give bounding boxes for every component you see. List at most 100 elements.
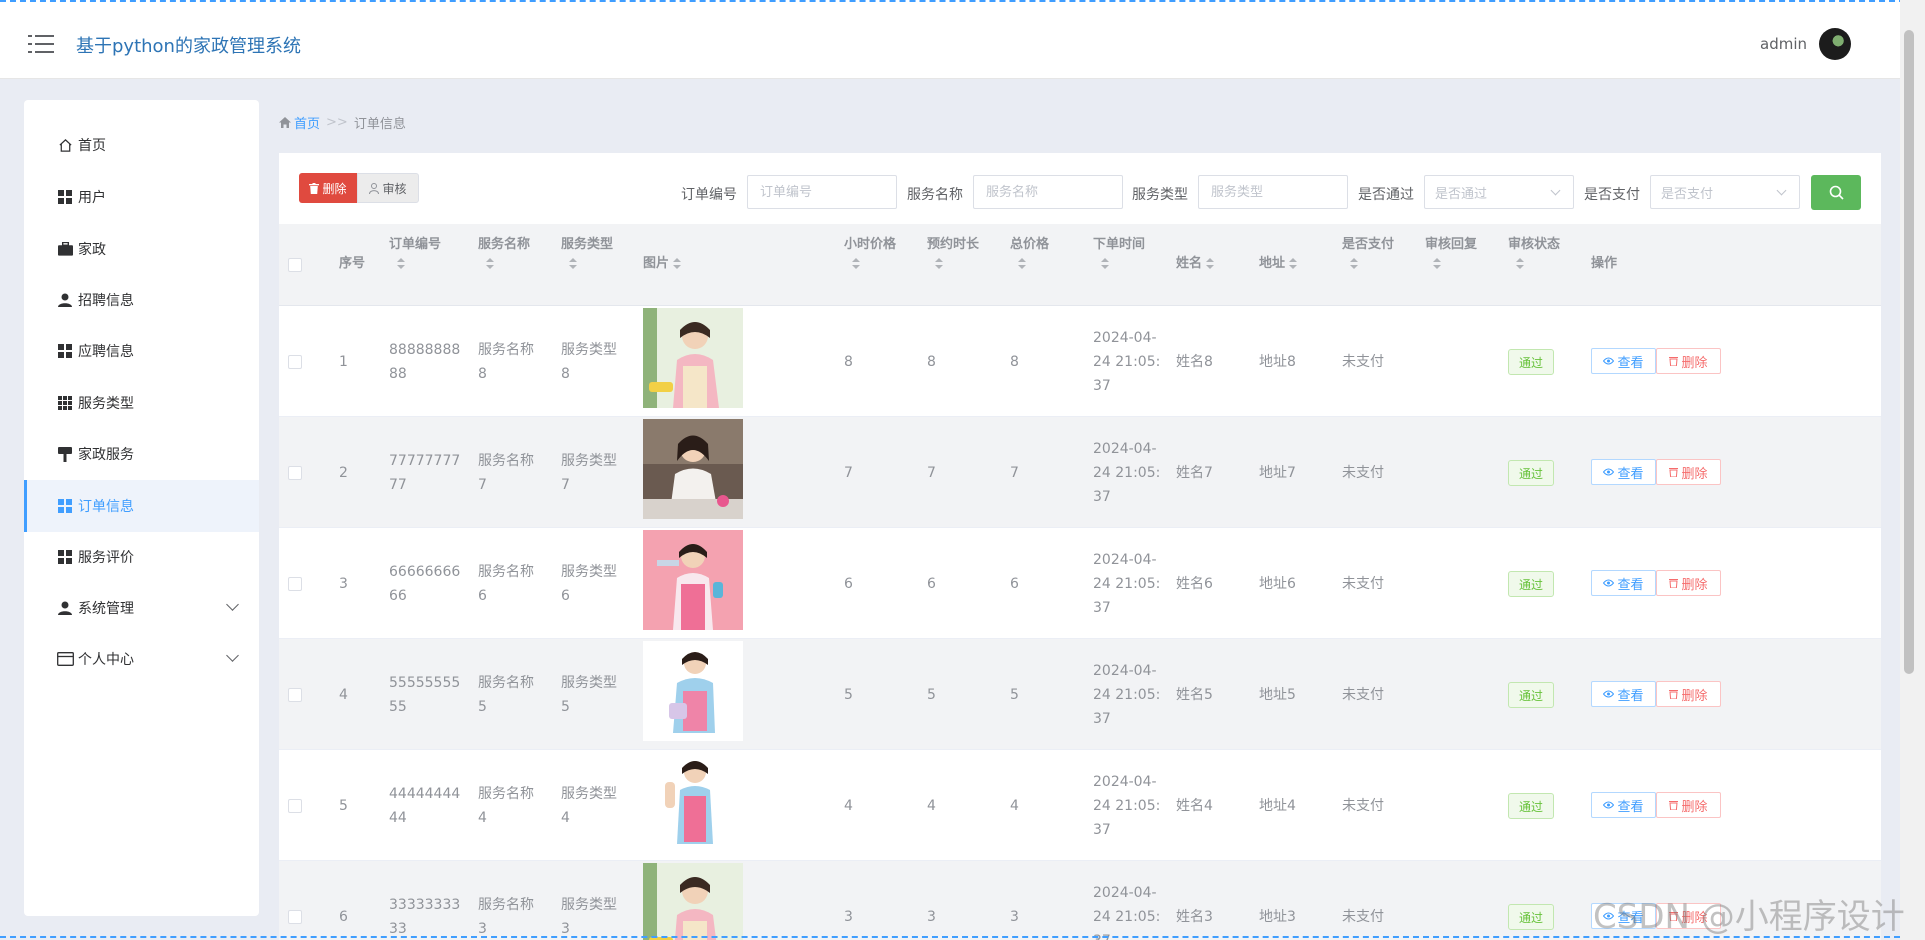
row-service-type: 服务类型 5 — [561, 671, 617, 719]
header-hourly-price-label: 小时价格 — [844, 237, 897, 252]
sidebar-item-users[interactable]: 用户 — [24, 171, 259, 223]
delete-button[interactable]: 删除 — [1656, 570, 1721, 596]
row-service-type-line: 服务类型 — [561, 675, 617, 691]
sort-icon[interactable] — [852, 258, 860, 270]
sidebar-item-recruitment[interactable]: 招聘信息 — [24, 274, 259, 326]
row-service-type-line: 服务类型 — [561, 897, 617, 913]
sort-icon[interactable] — [397, 258, 405, 270]
sidebar-item-system[interactable]: 系统管理 — [24, 582, 259, 634]
row-duration: 8 — [927, 354, 936, 370]
header-service-type[interactable]: 服务类型 — [561, 236, 613, 270]
batch-delete-button[interactable]: 删除 — [299, 173, 357, 203]
breadcrumb-home[interactable]: 首页 — [279, 113, 320, 132]
row-order-time: 2024-04- 24 21:05: 37 — [1093, 437, 1160, 509]
table-row: 4 55555555 55 服务名称 5 服务类型 5 5 5 5 2024-04- 2… — [279, 639, 1881, 750]
sidebar-item-applications[interactable]: 应聘信息 — [24, 325, 259, 377]
sort-icon[interactable] — [673, 257, 682, 270]
row-name: 姓名7 — [1176, 465, 1213, 481]
view-button[interactable]: 查看 — [1591, 348, 1656, 374]
row-checkbox[interactable] — [288, 910, 302, 924]
row-order-time: 2024-04- 24 21:05: 37 — [1093, 770, 1160, 842]
row-order-time-line: 2024-04- — [1093, 663, 1157, 679]
sidebar-item-service-types[interactable]: 服务类型 — [24, 377, 259, 429]
user-name[interactable]: admin — [1760, 35, 1807, 53]
row-checkbox[interactable] — [288, 466, 302, 480]
header-order-time[interactable]: 下单时间 — [1093, 236, 1145, 270]
audit-button[interactable]: 审核 — [357, 173, 419, 203]
sort-icon[interactable] — [1433, 258, 1441, 270]
delete-button[interactable]: 删除 — [1656, 459, 1721, 485]
sidebar-item-home[interactable]: 首页 — [24, 119, 259, 171]
header-total-price[interactable]: 总价格 — [1010, 236, 1049, 270]
header-service-name[interactable]: 服务名称 — [478, 236, 530, 270]
sort-icon[interactable] — [569, 258, 577, 270]
table-row: 1 88888888 88 服务名称 8 服务类型 8 8 8 8 2024-04- 2… — [279, 306, 1881, 417]
row-service-type-line: 服务类型 — [561, 453, 617, 469]
passed-select[interactable]: 是否通过 — [1424, 175, 1574, 209]
sort-icon[interactable] — [1018, 258, 1026, 270]
delete-button[interactable]: 删除 — [1656, 681, 1721, 707]
avatar[interactable] — [1819, 28, 1851, 60]
view-button[interactable]: 查看 — [1591, 570, 1656, 596]
sidebar-item-profile[interactable]: 个人中心 — [24, 633, 259, 685]
eye-icon — [1603, 357, 1615, 365]
order-no-input[interactable] — [747, 175, 897, 209]
sidebar-item-services[interactable]: 家政服务 — [24, 428, 259, 480]
row-index: 4 — [339, 687, 348, 703]
row-checkbox[interactable] — [288, 688, 302, 702]
sort-icon[interactable] — [1206, 257, 1215, 270]
row-checkbox[interactable] — [288, 799, 302, 813]
row-service-name-line: 服务名称 — [478, 897, 534, 913]
service-name-input[interactable] — [973, 175, 1123, 209]
sort-icon[interactable] — [935, 258, 943, 270]
header-audit-status[interactable]: 审核状态 — [1508, 236, 1560, 270]
header-order-no[interactable]: 订单编号 — [389, 236, 441, 270]
view-button[interactable]: 查看 — [1591, 459, 1656, 485]
scrollbar-thumb[interactable] — [1904, 30, 1914, 674]
sidebar-item-reviews[interactable]: 服务评价 — [24, 531, 259, 583]
sort-icon[interactable] — [1101, 258, 1109, 270]
header-duration-label: 预约时长 — [927, 237, 980, 252]
row-service-name-line: 8 — [478, 366, 487, 382]
header-image[interactable]: 图片 — [643, 255, 682, 273]
row-hourly-price: 7 — [844, 465, 853, 481]
header-duration[interactable]: 预约时长 — [927, 236, 979, 270]
menu-toggle-icon[interactable] — [28, 35, 54, 55]
row-checkbox[interactable] — [288, 577, 302, 591]
row-paid: 未支付 — [1342, 798, 1384, 814]
paid-select[interactable]: 是否支付 — [1650, 175, 1800, 209]
row-duration: 5 — [927, 687, 936, 703]
header-hourly-price[interactable]: 小时价格 — [844, 236, 896, 270]
header-paid[interactable]: 是否支付 — [1342, 236, 1394, 270]
row-service-type-line: 服务类型 — [561, 786, 617, 802]
row-hourly-price: 3 — [844, 909, 853, 925]
header-audit-reply[interactable]: 审核回复 — [1425, 236, 1477, 270]
header-address[interactable]: 地址 — [1259, 255, 1298, 273]
delete-label: 删除 — [1681, 577, 1708, 593]
sidebar-item-housekeeping[interactable]: 家政 — [24, 223, 259, 275]
row-hourly-price: 8 — [844, 354, 853, 370]
home-icon — [56, 136, 74, 154]
view-button[interactable]: 查看 — [1591, 681, 1656, 707]
header-name[interactable]: 姓名 — [1176, 255, 1215, 273]
sort-icon[interactable] — [486, 258, 494, 270]
eye-icon — [1603, 690, 1615, 698]
status-badge: 通过 — [1508, 571, 1554, 597]
row-order-no-line: 77 — [389, 477, 407, 493]
delete-button[interactable]: 删除 — [1656, 348, 1721, 374]
row-service-type: 服务类型 6 — [561, 560, 617, 608]
row-checkbox[interactable] — [288, 355, 302, 369]
sort-icon[interactable] — [1516, 258, 1524, 270]
search-button[interactable] — [1811, 175, 1861, 210]
view-label: 查看 — [1617, 688, 1644, 704]
sidebar-item-orders[interactable]: 订单信息 — [24, 480, 259, 532]
select-all-checkbox[interactable] — [288, 258, 302, 272]
service-type-input[interactable] — [1198, 175, 1348, 209]
sort-icon[interactable] — [1289, 257, 1298, 270]
row-paid: 未支付 — [1342, 909, 1384, 925]
sort-icon[interactable] — [1350, 258, 1358, 270]
delete-button[interactable]: 删除 — [1656, 792, 1721, 818]
row-total-price: 5 — [1010, 687, 1019, 703]
table-row: 5 44444444 44 服务名称 4 服务类型 4 4 4 4 2024-04- 2… — [279, 750, 1881, 861]
view-button[interactable]: 查看 — [1591, 792, 1656, 818]
